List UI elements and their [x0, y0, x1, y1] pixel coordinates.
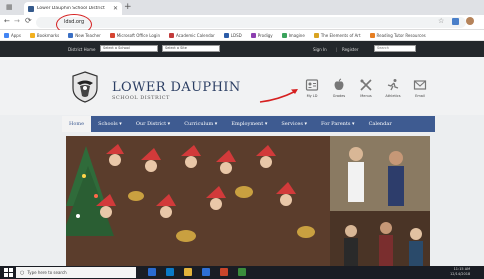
taskbar-clock[interactable]: 11:15 AM 12/14/2018 [450, 267, 470, 277]
bookmark-item[interactable]: Imagine [281, 32, 305, 38]
bookmark-label: New Teacher [75, 32, 101, 38]
address-bar[interactable] [36, 17, 466, 28]
bookmark-item[interactable]: Prodigy [250, 32, 273, 38]
bookmark-favicon-icon [369, 32, 375, 38]
bookmarks-bar: Apps Bookmarks New Teacher Microsoft Office… [0, 30, 484, 41]
nav-item[interactable]: Schools ▾ [91, 116, 129, 132]
bookmark-item[interactable]: Microsoft Office Login [109, 32, 160, 38]
nav-item[interactable]: Our District ▾ [129, 116, 177, 132]
file-explorer-icon[interactable] [184, 268, 192, 276]
bookmark-label: Academic Calendar [176, 32, 215, 38]
bookmark-label: Prodigy [257, 32, 273, 38]
bookmark-favicon-icon [169, 32, 174, 38]
quick-link-label: Grades [332, 94, 346, 98]
tab-title: Lower Dauphin School District [37, 6, 105, 11]
taskbar-date: 12/14/2018 [450, 272, 471, 276]
quick-link-my-ld[interactable]: My LD [299, 78, 325, 98]
bookmark-label: LDSD [230, 32, 242, 38]
band-photo-collage [66, 136, 430, 266]
profile-avatar[interactable] [466, 17, 474, 25]
nav-item[interactable]: For Parents ▾ [314, 116, 362, 132]
new-tab-button[interactable]: + [124, 2, 132, 13]
nav-item[interactable]: Curriculum ▾ [177, 116, 224, 132]
annotation-arrow [259, 89, 298, 103]
edge-browser-icon[interactable] [166, 268, 174, 276]
bookmark-label: Apps [11, 32, 21, 38]
quick-link-grades[interactable]: Grades [326, 78, 352, 98]
bookmark-favicon-icon [223, 32, 229, 38]
bookmark-item[interactable]: Reading Tutor Resources [369, 32, 426, 38]
site-search-input[interactable]: Search [374, 45, 416, 52]
bookmark-label: Reading Tutor Resources [376, 32, 426, 38]
bookmark-label: Microsoft Office Login [116, 32, 160, 38]
quick-link-label: Email [415, 94, 425, 98]
office-icon[interactable] [220, 268, 228, 276]
bookmark-item[interactable]: New Teacher [68, 32, 101, 38]
forward-button[interactable]: → [14, 17, 20, 25]
bookmark-item[interactable]: LDSD [223, 32, 242, 38]
school-district-subtitle: SCHOOL DISTRICT [112, 95, 170, 101]
bookmark-favicon-icon [313, 32, 319, 38]
task-view-icon[interactable] [148, 268, 156, 276]
back-button[interactable]: ← [4, 17, 10, 25]
nav-item[interactable]: Calendar [362, 116, 399, 132]
utensils-icon [360, 79, 372, 91]
select-site-dropdown[interactable]: Select a Site [162, 45, 220, 52]
browser-menu-icon[interactable]: ▦ [6, 3, 13, 11]
quick-link-label: Athletics [385, 94, 401, 98]
quick-link-email[interactable]: Email [407, 78, 433, 98]
nav-item[interactable]: Employment ▾ [224, 116, 274, 132]
envelope-icon [413, 80, 427, 90]
search-icon: ○ [20, 269, 25, 276]
sign-in-link[interactable]: Sign In [313, 47, 327, 52]
store-icon[interactable] [202, 268, 210, 276]
bookmark-label: Bookmarks [36, 32, 60, 38]
windows-start-icon[interactable] [4, 268, 13, 277]
bookmark-favicon-icon [281, 32, 287, 38]
bookmark-favicon-icon [4, 32, 9, 38]
hero-photo[interactable] [66, 136, 430, 266]
main-navigation: Home Schools ▾ Our District ▾ Curriculum ▾ E… [62, 116, 435, 132]
bookmark-item[interactable]: Academic Calendar [169, 32, 215, 38]
quick-link-label: My LD [306, 94, 318, 98]
bookmark-favicon-icon [68, 32, 74, 38]
district-home-link[interactable]: District Home [68, 47, 95, 52]
taskbar-search-placeholder: Type here to search [27, 270, 67, 275]
bookmark-star-icon[interactable]: ☆ [438, 17, 444, 25]
reload-button[interactable]: ⟳ [25, 16, 32, 25]
bookmark-favicon-icon [250, 32, 256, 38]
quick-link-menus[interactable]: Menus [353, 78, 379, 98]
extension-icon[interactable] [452, 18, 459, 25]
runner-icon [387, 79, 399, 91]
nav-item[interactable]: Services ▾ [274, 116, 314, 132]
bookmark-favicon-icon [109, 32, 115, 38]
apple-icon [334, 78, 344, 90]
site-favicon-icon [28, 5, 34, 12]
nav-item[interactable]: Home [62, 116, 92, 132]
register-link[interactable]: Register [342, 47, 358, 52]
id-card-icon [305, 79, 319, 91]
bookmark-item[interactable]: Apps [4, 32, 21, 38]
taskbar-search-box[interactable]: ○ Type here to search [16, 267, 136, 278]
chrome-taskbar-icon[interactable] [238, 268, 246, 276]
select-school-dropdown[interactable]: Select a School [100, 45, 158, 52]
quick-link-athletics[interactable]: Athletics [380, 78, 406, 98]
falcon-logo[interactable] [70, 71, 100, 103]
bookmark-item[interactable]: Bookmarks [29, 32, 60, 38]
bookmark-item[interactable]: The Elements of Art [313, 32, 361, 38]
quick-link-label: Menus [360, 94, 372, 98]
bookmark-label: Imagine [288, 32, 305, 38]
utility-separator: | [336, 46, 338, 52]
bookmark-label: The Elements of Art [320, 32, 361, 38]
school-name[interactable]: LOWER DAUPHIN [112, 80, 241, 95]
tab-close-icon[interactable]: ✕ [113, 5, 118, 12]
bookmark-favicon-icon [29, 32, 35, 38]
